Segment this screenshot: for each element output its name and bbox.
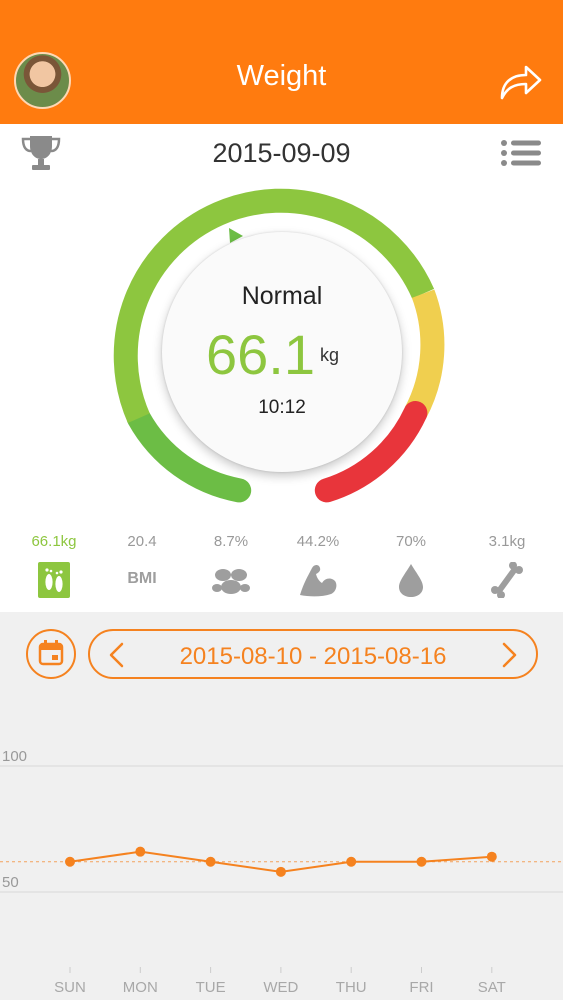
metric-bone[interactable]: 3.1kg bbox=[467, 530, 547, 610]
data-point bbox=[346, 856, 357, 867]
metric-fat[interactable]: 8.7% bbox=[191, 530, 271, 610]
metric-water[interactable]: 70% bbox=[371, 530, 451, 610]
date-range-selector: 2015-08-10 - 2015-08-16 bbox=[88, 629, 538, 679]
footprints-icon bbox=[38, 562, 70, 598]
x-tick-label: FRI bbox=[409, 979, 433, 996]
data-point bbox=[416, 856, 427, 867]
metrics-row: 66.1kg 20.4 BMI 8.7% 44.2% 70% 3.1kg bbox=[0, 530, 563, 610]
weight-unit: kg bbox=[320, 345, 340, 365]
calendar-icon bbox=[38, 640, 64, 666]
metric-water-value: 70% bbox=[395, 533, 427, 550]
selected-date: 2015-09-09 bbox=[212, 138, 351, 168]
data-point bbox=[135, 846, 146, 857]
gauge-segment-yellow bbox=[404, 289, 445, 419]
metric-fat-value: 8.7% bbox=[213, 533, 249, 550]
data-point bbox=[205, 856, 216, 867]
bmi-label: BMI bbox=[127, 570, 157, 587]
metric-bmi-value: 20.4 bbox=[127, 533, 157, 550]
metric-weight[interactable]: 66.1kg bbox=[14, 530, 94, 610]
x-tick-label: SUN bbox=[54, 979, 86, 996]
measure-time: 10:12 bbox=[258, 397, 306, 418]
water-drop-icon bbox=[399, 564, 423, 597]
prev-week-button[interactable] bbox=[104, 641, 130, 669]
data-point bbox=[275, 866, 286, 877]
x-tick-label: MON bbox=[123, 979, 158, 996]
page-title: Weight bbox=[236, 60, 327, 92]
calendar-button[interactable] bbox=[26, 629, 76, 679]
y-tick-label: 100 bbox=[2, 748, 27, 765]
data-point bbox=[486, 851, 497, 862]
weight-history-chart: 100 50 SUN MON TUE WED THU FRI SAT bbox=[0, 748, 563, 996]
bone-icon bbox=[491, 562, 523, 598]
x-tick-label: WED bbox=[263, 979, 298, 996]
metric-weight-value: 66.1kg bbox=[31, 533, 77, 550]
x-tick-label: SAT bbox=[478, 979, 506, 996]
app-header: Weight bbox=[0, 0, 563, 124]
date-range-label: 2015-08-10 - 2015-08-16 bbox=[179, 643, 447, 670]
metric-muscle[interactable]: 44.2% bbox=[278, 530, 358, 610]
date-bar: 2015-09-09 bbox=[0, 124, 563, 184]
metric-bmi[interactable]: 20.4 BMI bbox=[102, 530, 182, 610]
metric-bone-value: 3.1kg bbox=[488, 533, 526, 550]
weight-value: 66.1 bbox=[206, 323, 315, 386]
list-icon[interactable] bbox=[500, 139, 542, 167]
x-tick-label: TUE bbox=[196, 979, 226, 996]
muscle-icon bbox=[300, 565, 337, 597]
x-tick-label: THU bbox=[336, 979, 367, 996]
data-point bbox=[65, 856, 75, 867]
share-icon[interactable] bbox=[498, 60, 544, 102]
y-tick-label: 50 bbox=[2, 874, 19, 891]
next-week-button[interactable] bbox=[496, 641, 522, 669]
metric-muscle-value: 44.2% bbox=[296, 533, 340, 550]
status-label: Normal bbox=[241, 282, 323, 310]
fat-icon bbox=[212, 569, 250, 594]
